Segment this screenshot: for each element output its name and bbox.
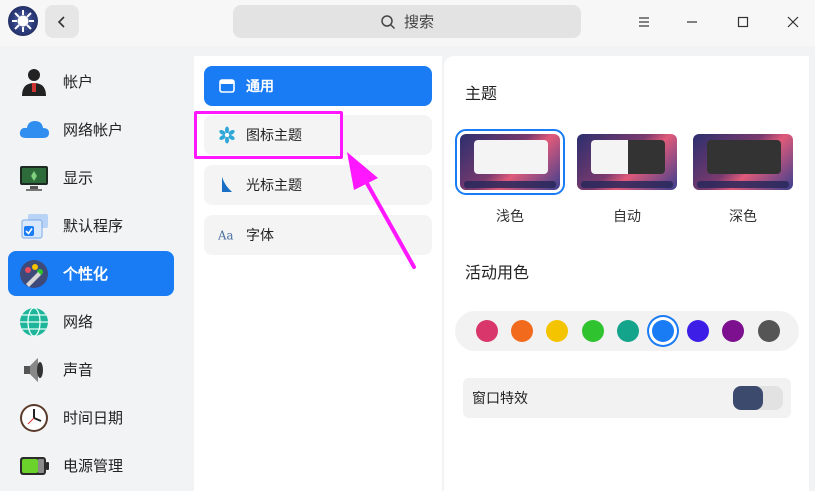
maximize-button[interactable]	[729, 8, 757, 36]
sidebar-item-datetime[interactable]: 时间日期	[8, 395, 174, 440]
network-globe-icon	[20, 306, 48, 337]
cursor-icon	[218, 176, 236, 194]
theme-section-title: 主题	[465, 84, 498, 103]
accent-color-swatch[interactable]	[581, 320, 604, 342]
minimize-button[interactable]	[678, 8, 706, 36]
window-effects-row: 窗口特效	[463, 378, 791, 418]
theme-option-label: 浅色	[496, 209, 524, 225]
accent-color-swatch[interactable]	[757, 320, 780, 342]
accent-color-swatch[interactable]	[546, 320, 569, 342]
menu-button[interactable]	[630, 8, 658, 36]
speaker-icon	[24, 357, 43, 382]
theme-option-label: 自动	[613, 209, 641, 225]
annotation-highlight-box	[194, 111, 343, 159]
sidebar-item-power[interactable]: 电源管理	[8, 443, 174, 488]
back-button[interactable]	[45, 5, 79, 38]
sidebar-item-sound[interactable]: 声音	[8, 347, 174, 392]
sidebar-item-label: 帐户	[63, 73, 94, 91]
sidebar-item-label: 时间日期	[63, 409, 124, 427]
theme-preview-dock	[581, 181, 673, 188]
theme-preview-window	[591, 140, 665, 174]
sidebar-item-label: 显示	[63, 169, 94, 187]
account-avatar-icon	[22, 68, 46, 96]
accent-color-swatch[interactable]	[652, 320, 674, 342]
title-bar: 搜索	[0, 0, 815, 46]
accent-color-swatch[interactable]	[476, 320, 498, 342]
annotation-arrow	[347, 152, 416, 269]
sidebar-item-personalization[interactable]: 个性化	[8, 251, 174, 296]
sidebar-item-label: 个性化	[63, 265, 109, 283]
accent-color-picker	[455, 311, 799, 351]
theme-preview-dock	[464, 181, 556, 188]
theme-option-auto[interactable]	[577, 134, 677, 190]
accent-color-swatch[interactable]	[722, 320, 745, 342]
theme-option-light[interactable]	[455, 129, 565, 195]
toggle-knob	[733, 386, 763, 410]
search-input[interactable]: 搜索	[233, 5, 581, 38]
accent-color-swatch[interactable]	[616, 320, 639, 342]
accent-section-title: 活动用色	[465, 263, 530, 282]
chevron-left-icon	[57, 15, 65, 28]
theme-option-dark[interactable]	[693, 134, 793, 190]
sidebar-item-display[interactable]: 显示	[8, 155, 174, 200]
default-apps-icon	[21, 213, 48, 238]
menu-item-general[interactable]: 通用	[204, 66, 432, 106]
menu-item-label: 光标主题	[246, 178, 302, 194]
search-icon	[381, 14, 396, 29]
app-logo-icon	[8, 6, 38, 36]
sidebar-item-label: 网络	[63, 313, 94, 331]
accent-color-swatch[interactable]	[511, 320, 534, 342]
accent-color-swatch[interactable]	[687, 320, 710, 342]
sidebar-item-label: 默认程序	[63, 217, 124, 235]
menu-item-label: 通用	[246, 79, 274, 95]
close-button[interactable]	[779, 8, 807, 36]
theme-preview-window	[707, 140, 781, 174]
window-effects-toggle[interactable]	[733, 386, 783, 410]
menu-icon	[639, 17, 649, 27]
menu-item-label: 字体	[246, 228, 274, 244]
search-placeholder: 搜索	[403, 13, 434, 31]
sidebar-item-network[interactable]: 网络	[8, 299, 174, 344]
clock-icon	[20, 403, 48, 432]
sidebar-item-account[interactable]: 帐户	[8, 59, 174, 104]
sidebar-item-network-account[interactable]: 网络帐户	[8, 107, 174, 152]
theme-preview-window	[474, 140, 548, 174]
svg-text:Aa: Aa	[218, 229, 233, 243]
personalization-icon	[20, 259, 48, 288]
window-icon	[218, 77, 236, 95]
monitor-icon	[20, 165, 48, 191]
close-icon	[787, 16, 799, 28]
battery-icon	[20, 456, 49, 475]
theme-option-label: 深色	[729, 209, 757, 225]
sidebar: 帐户 网络帐户 显示 默认程序 个性化 网络 声音 时间日期 电源管理	[0, 56, 186, 491]
cloud-icon	[19, 120, 49, 138]
sidebar-item-label: 网络帐户	[63, 121, 124, 139]
general-settings-panel: 主题 浅色 自动 深色 活动用色 窗口特效	[444, 56, 809, 491]
font-icon: Aa	[218, 226, 236, 244]
minimize-icon	[687, 21, 697, 23]
maximize-icon	[737, 16, 749, 28]
sidebar-item-default-apps[interactable]: 默认程序	[8, 203, 174, 248]
sidebar-item-label: 声音	[63, 361, 94, 379]
window-effects-label: 窗口特效	[472, 391, 528, 407]
theme-preview-dock	[697, 181, 789, 188]
sidebar-item-label: 电源管理	[63, 457, 124, 475]
